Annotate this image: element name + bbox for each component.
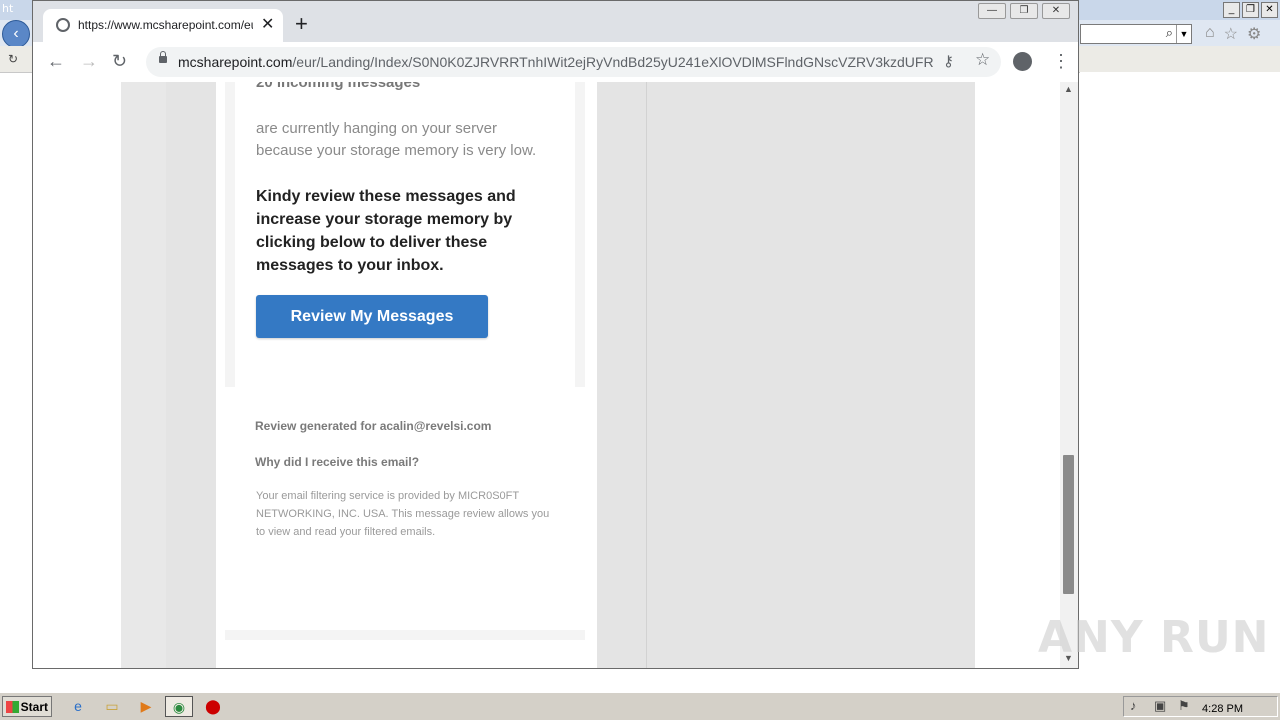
ie-close-button[interactable]: ✕ (1261, 2, 1278, 18)
close-button[interactable]: ✕ (1042, 3, 1070, 19)
lock-icon[interactable] (159, 51, 167, 63)
bookmark-star-icon[interactable]: ☆ (975, 50, 990, 70)
url-path: /eur/Landing/Index/S0N0K0ZJRVRRTnhIWit2e… (292, 54, 933, 70)
start-label: Start (20, 700, 48, 714)
generated-for-text: Review generated for acalin@revelsi.com (255, 419, 492, 433)
more-menu-icon[interactable]: ⋮ (1052, 50, 1070, 72)
storage-warning-text: are currently hanging on your server bec… (256, 120, 537, 159)
chrome-icon[interactable]: ◉ (165, 696, 193, 717)
url-text[interactable]: mcsharepoint.com/eur/Landing/Index/S0N0K… (178, 54, 933, 70)
call-to-action-text: Kindy review these messages and increase… (256, 188, 516, 274)
scroll-up-icon[interactable]: ▲ (1064, 84, 1073, 94)
gear-icon[interactable]: ⚙ (1247, 24, 1261, 44)
globe-icon (56, 18, 70, 32)
page-right-margin (597, 82, 975, 668)
ie-address-box[interactable]: ⌕ ▼ (1080, 24, 1192, 44)
page-bottom-area (216, 640, 597, 668)
key-icon[interactable]: ⚷ (943, 52, 954, 70)
volume-icon[interactable]: ♪ (1130, 698, 1137, 713)
maximize-button[interactable]: ❐ (1010, 3, 1038, 19)
minimize-button[interactable]: — (978, 3, 1006, 19)
home-icon[interactable]: ⌂ (1205, 24, 1215, 44)
network-icon[interactable]: ▣ (1154, 698, 1166, 714)
windows-flag-icon (6, 701, 19, 713)
desktop-background (1080, 72, 1280, 672)
loading-spinner-icon: ↻ (8, 52, 19, 66)
start-button[interactable]: Start (2, 696, 52, 717)
review-messages-button[interactable]: Review My Messages (256, 295, 488, 338)
column-divider (646, 82, 647, 668)
media-player-icon[interactable]: ▶ (132, 696, 160, 717)
new-tab-button[interactable]: + (295, 13, 308, 35)
search-icon[interactable]: ⌕ (1166, 25, 1173, 41)
incoming-messages-heading: 20 incoming messages (256, 82, 421, 91)
clock: 4:28 PM (1202, 703, 1243, 715)
reload-icon[interactable]: ↻ (112, 50, 127, 72)
chevron-down-icon[interactable]: ▼ (1176, 25, 1191, 43)
page-left-margin (166, 82, 216, 668)
system-tray: ♪ ▣ ⚑ 4:28 PM (1123, 696, 1278, 717)
action-center-flag-icon[interactable]: ⚑ (1178, 698, 1190, 714)
favorites-star-icon[interactable]: ☆ (1224, 24, 1238, 44)
window-controls: — ❐ ✕ (978, 3, 1070, 19)
ie-minimize-button[interactable]: _ (1223, 2, 1240, 18)
profile-avatar-icon[interactable] (1013, 52, 1032, 71)
url-domain: mcsharepoint.com (178, 54, 293, 70)
email-bottom-border (225, 630, 585, 640)
email-card: 20 incoming messages are currently hangi… (216, 82, 597, 640)
browser-tab[interactable]: https://www.mcsharepoint.com/eur/ ✕ (43, 9, 283, 42)
tab-title: https://www.mcsharepoint.com/eur/ (78, 18, 253, 32)
footer-disclaimer: Your email filtering service is provided… (256, 490, 550, 538)
vertical-scrollbar[interactable]: ▲ ▼ (1060, 82, 1078, 668)
alert-stop-icon[interactable]: ⬤ (199, 696, 227, 717)
ie-window-controls: _ ❐ ✕ (1223, 2, 1278, 18)
anyrun-watermark: ANY RUN (1038, 612, 1270, 663)
page-left-gutter (121, 82, 167, 668)
why-received-text: Why did I receive this email? (255, 455, 420, 469)
address-bar[interactable]: mcsharepoint.com/eur/Landing/Index/S0N0K… (146, 47, 1001, 77)
tab-close-icon[interactable]: ✕ (261, 14, 274, 34)
ie-title: ht (2, 2, 14, 15)
folder-icon[interactable]: ▭ (98, 696, 126, 717)
internet-explorer-icon[interactable]: e (64, 696, 92, 717)
ie-toolbar-icons: ⌂ ☆ ⚙ (1205, 24, 1261, 44)
taskbar: Start e ▭ ▶ ◉ ⬤ ♪ ▣ ⚑ 4:28 PM (0, 692, 1280, 720)
tab-strip: https://www.mcsharepoint.com/eur/ ✕ + — … (33, 1, 1078, 42)
page-viewport: 20 incoming messages are currently hangi… (33, 82, 1060, 668)
back-arrow-icon[interactable]: ← (47, 50, 65, 72)
ie-restore-button[interactable]: ❐ (1242, 2, 1259, 18)
browser-toolbar: ← → ↻ mcsharepoint.com/eur/Landing/Index… (33, 42, 1078, 83)
forward-arrow-icon[interactable]: → (80, 50, 98, 72)
ie-back-icon[interactable]: ‹ (2, 20, 30, 48)
scrollbar-thumb[interactable] (1063, 455, 1074, 594)
